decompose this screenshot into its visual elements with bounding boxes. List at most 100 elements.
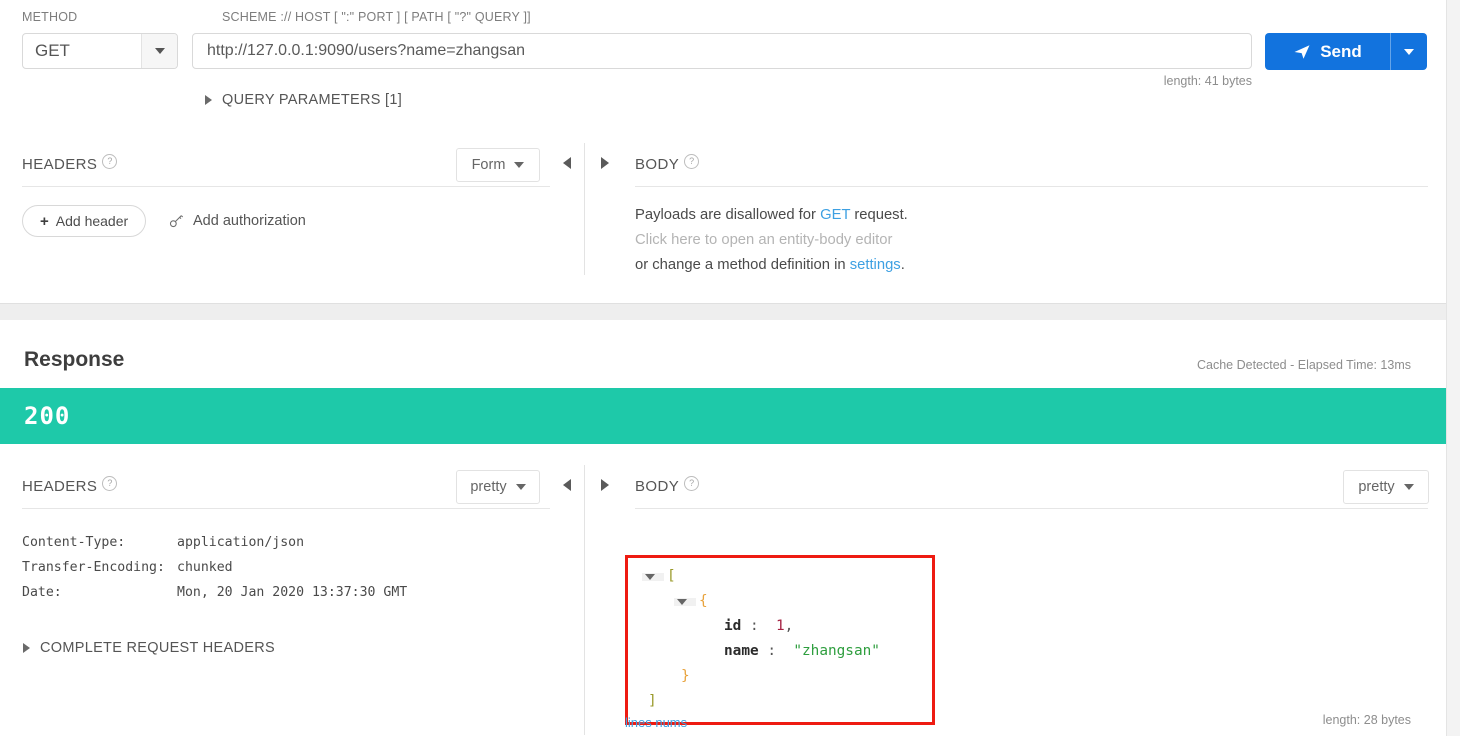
url-field-label: SCHEME :// HOST [ ":" PORT ] [ PATH [ "?… <box>222 10 531 24</box>
add-header-button[interactable]: + Add header <box>22 205 147 237</box>
header-key: Content-Type: <box>22 535 126 550</box>
response-status-bar: 200 <box>0 388 1447 444</box>
response-body-title: BODY <box>635 478 680 495</box>
json-comma: , <box>784 618 794 634</box>
query-parameters-label: QUERY PARAMETERS [1] <box>222 92 403 108</box>
response-body-format-select[interactable]: pretty <box>1343 470 1429 504</box>
payload-disallowed-line: Payloads are disallowed for GET request. <box>635 203 908 228</box>
chevron-right-icon <box>205 95 212 105</box>
request-length-label: length: 41 bytes <box>1163 74 1252 88</box>
help-icon[interactable]: ? <box>684 476 700 491</box>
request-body-message: Payloads are disallowed for GET request.… <box>635 203 908 278</box>
add-authorization-label: Add authorization <box>193 213 306 229</box>
request-headers-rule <box>22 186 550 187</box>
complete-request-headers-toggle[interactable]: COMPLETE REQUEST HEADERS <box>23 640 275 656</box>
response-panel: Response Cache Detected - Elapsed Time: … <box>0 320 1447 736</box>
table-row: Transfer-Encoding: chunked <box>22 555 407 580</box>
page-scrollbar[interactable] <box>1446 0 1460 736</box>
json-twisty-array[interactable] <box>642 572 664 581</box>
json-line-open-object: { <box>628 589 932 614</box>
change-method-pre: or change a method definition in <box>635 257 850 273</box>
response-length-label: length: 28 bytes <box>1322 713 1411 727</box>
json-open-object: { <box>699 593 708 609</box>
open-entity-body-editor-link[interactable]: Click here to open an entity-body editor <box>635 228 908 253</box>
response-body-header: BODY ? <box>585 465 1447 508</box>
request-body-column: BODY ? Payloads are disallowed for GET r… <box>585 143 1447 303</box>
add-header-label: Add header <box>55 213 129 229</box>
payload-disallowed-post: request. <box>850 207 908 223</box>
json-viewer: [ { id : 1, name : "zhangsan" } ] <box>625 555 935 725</box>
json-open-array: [ <box>667 568 676 584</box>
triangle-left-icon <box>563 157 571 169</box>
app-root: METHOD SCHEME :// HOST [ ":" PORT ] [ PA… <box>0 0 1460 736</box>
chevron-down-icon <box>1404 48 1414 55</box>
method-select-caret[interactable] <box>141 34 177 68</box>
change-method-definition-line: or change a method definition in setting… <box>635 253 908 278</box>
header-key: Transfer-Encoding: <box>22 560 165 575</box>
json-key-id: id <box>724 618 742 634</box>
json-line-open-array: [ <box>628 564 932 589</box>
chevron-down-icon <box>514 162 525 168</box>
response-headers-table: Content-Type: application/json Transfer-… <box>22 530 407 605</box>
json-close-object: } <box>681 668 690 684</box>
change-method-post: . <box>900 257 905 273</box>
key-icon <box>169 215 184 228</box>
lines-nums-link[interactable]: lines nums <box>625 715 687 730</box>
get-method-link[interactable]: GET <box>820 207 850 223</box>
response-body-rule <box>635 508 1428 509</box>
query-parameters-toggle[interactable]: QUERY PARAMETERS [1] <box>205 92 402 108</box>
request-headers-format-value: Form <box>471 157 506 173</box>
plus-icon: + <box>40 212 49 230</box>
request-headers-format-select[interactable]: Form <box>456 148 540 182</box>
collapse-left-button-response[interactable] <box>556 474 578 496</box>
chevron-down-icon <box>1403 484 1414 490</box>
response-title: Response <box>24 348 125 371</box>
url-input[interactable] <box>192 33 1252 69</box>
response-headers-format-select[interactable]: pretty <box>456 470 540 504</box>
json-line-close-array: ] <box>628 689 932 714</box>
header-value: Mon, 20 Jan 2020 13:37:30 GMT <box>177 585 408 600</box>
method-select-value: GET <box>35 41 70 60</box>
json-colon: : <box>750 618 759 634</box>
method-select[interactable]: GET <box>22 33 178 69</box>
json-colon: : <box>767 643 776 659</box>
json-close-array: ] <box>648 693 657 709</box>
response-meta-label: Cache Detected - Elapsed Time: 13ms <box>1197 358 1411 372</box>
payload-disallowed-pre: Payloads are disallowed for <box>635 207 821 223</box>
send-button-label: Send <box>1320 41 1362 61</box>
request-body-header: BODY ? <box>585 143 1447 186</box>
table-row: Date: Mon, 20 Jan 2020 13:37:30 GMT <box>22 580 407 605</box>
response-body-column: BODY ? pretty [ { id : 1, name : "zhangs… <box>585 465 1447 736</box>
request-headers-title: HEADERS <box>22 156 98 173</box>
response-body-format-value: pretty <box>1358 479 1395 495</box>
json-line-name: name : "zhangsan" <box>628 639 932 664</box>
help-icon[interactable]: ? <box>684 154 700 169</box>
send-button-main[interactable]: Send <box>1265 33 1390 70</box>
send-options-caret[interactable] <box>1390 33 1427 70</box>
request-body-rule <box>635 186 1428 187</box>
header-value: chunked <box>177 560 233 575</box>
json-key-name: name <box>724 643 759 659</box>
settings-link[interactable]: settings <box>850 257 901 273</box>
send-button[interactable]: Send <box>1265 33 1427 70</box>
complete-request-headers-label: COMPLETE REQUEST HEADERS <box>40 640 275 656</box>
collapse-left-button[interactable] <box>556 152 578 174</box>
paper-plane-icon <box>1294 44 1310 59</box>
json-twisty-object[interactable] <box>674 597 696 606</box>
add-authorization-button[interactable]: Add authorization <box>168 205 306 237</box>
help-icon[interactable]: ? <box>102 476 118 491</box>
response-headers-rule <box>22 508 550 509</box>
header-key: Date: <box>22 585 62 600</box>
request-headers-column: HEADERS ? Form + Add header Add authoriz… <box>0 143 584 303</box>
json-value-name: "zhangsan" <box>793 643 880 659</box>
header-value: application/json <box>177 535 305 550</box>
json-value-id: 1 <box>776 618 785 634</box>
triangle-left-icon <box>563 479 571 491</box>
response-headers-title: HEADERS <box>22 478 98 495</box>
chevron-down-icon <box>154 48 165 54</box>
response-headers-column: HEADERS ? pretty Content-Type: applicati… <box>0 465 584 736</box>
help-icon[interactable]: ? <box>102 154 118 169</box>
status-badge: 200 <box>24 402 71 430</box>
chevron-right-icon <box>23 643 30 653</box>
chevron-down-icon <box>515 484 526 490</box>
